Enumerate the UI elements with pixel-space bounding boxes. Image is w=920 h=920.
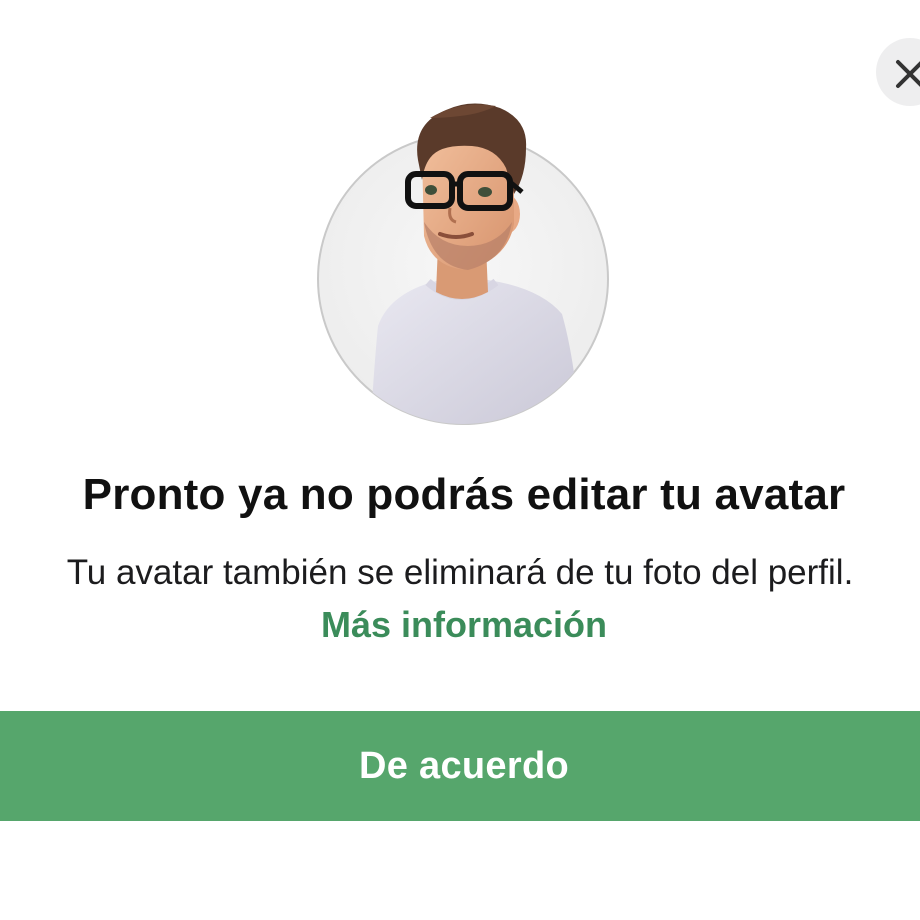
avatar-dialog: Pronto ya no podrás editar tu avatar Tu … bbox=[0, 0, 920, 920]
close-icon bbox=[896, 60, 920, 88]
close-button[interactable] bbox=[876, 38, 920, 106]
confirm-button[interactable]: De acuerdo bbox=[0, 711, 920, 821]
dialog-subtitle: Tu avatar también se eliminará de tu fot… bbox=[66, 553, 854, 592]
confirm-button-label: De acuerdo bbox=[359, 744, 569, 787]
avatar bbox=[300, 96, 620, 432]
dialog-title: Pronto ya no podrás editar tu avatar bbox=[82, 470, 846, 519]
more-info-link[interactable]: Más información bbox=[0, 604, 920, 646]
